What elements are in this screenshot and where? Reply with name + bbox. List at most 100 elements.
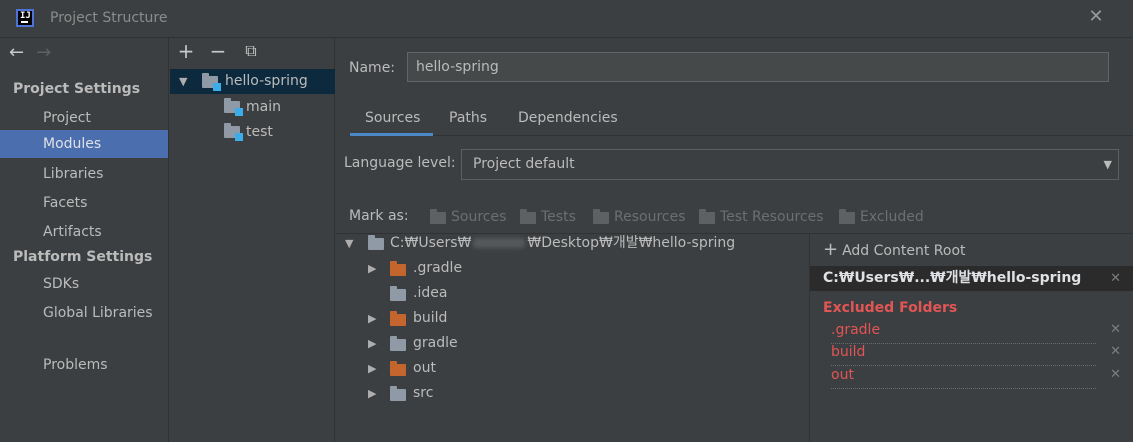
excluded-folder-item[interactable]: out (831, 367, 1096, 389)
folder-row[interactable]: ▶ src (336, 381, 808, 406)
module-tree-child[interactable]: test (170, 120, 335, 145)
language-level-select[interactable]: Project default ▼ (461, 149, 1119, 180)
forward-arrow-icon[interactable]: → (36, 42, 51, 66)
content-root-tree: ▼ C:₩Users₩ ₩Desktop₩개발₩hello-spring ▶ .g… (336, 234, 808, 442)
mark-excluded-button[interactable]: Excluded (839, 209, 924, 225)
intellij-logo-icon: IJ (16, 9, 34, 27)
folder-label: gradle (413, 335, 458, 351)
module-content: Name: hello-spring Sources Paths Depende… (336, 38, 1133, 442)
unexclude-icon[interactable]: ✕ (1110, 322, 1121, 337)
mark-sources-label: Sources (451, 209, 507, 225)
chevron-right-icon[interactable]: ▶ (368, 356, 376, 381)
sidebar-item-project[interactable]: Project (0, 104, 168, 132)
remove-icon[interactable]: − (207, 40, 229, 62)
tab-sources[interactable]: Sources (350, 110, 433, 136)
folder-icon (390, 286, 406, 301)
folder-label: src (413, 385, 434, 401)
module-tree-child[interactable]: main (170, 95, 335, 120)
content-root-path-tail: ₩Desktop₩개발₩hello-spring (527, 235, 736, 251)
mark-tests-label: Tests (541, 209, 576, 225)
excluded-folder-label: .gradle (831, 322, 881, 338)
language-level-label: Language level: (344, 155, 456, 171)
remove-root-icon[interactable]: ✕ (1110, 266, 1121, 291)
excluded-folder-item[interactable]: .gradle (831, 322, 1096, 344)
content-root-entry-label: C:₩Users₩...₩개발₩hello-spring (823, 270, 1082, 286)
folder-icon (390, 336, 406, 351)
chevron-down-icon: ▼ (1103, 158, 1112, 171)
excluded-folder-icon (390, 361, 406, 376)
module-tree-panel: + − ⧉ ▼ hello-spring main test (170, 38, 335, 442)
mark-excluded-label: Excluded (860, 209, 924, 225)
folder-row[interactable]: ▶ .gradle (336, 256, 808, 281)
chevron-right-icon[interactable]: ▶ (368, 306, 376, 331)
module-child-label: test (246, 124, 273, 140)
chevron-right-icon[interactable]: ▶ (368, 331, 376, 356)
mark-as-label: Mark as: (349, 208, 409, 224)
resources-folder-icon (593, 209, 609, 224)
sidebar-item-modules[interactable]: Modules (0, 130, 168, 158)
close-icon[interactable]: ✕ (1086, 7, 1106, 27)
excluded-folder-item[interactable]: build (831, 344, 1096, 366)
sidebar-item-facets[interactable]: Facets (0, 189, 168, 217)
project-settings-heading: Project Settings (13, 81, 141, 97)
folder-label: out (413, 360, 436, 376)
add-icon[interactable]: + (175, 40, 197, 62)
content-root-entry[interactable]: C:₩Users₩...₩개발₩hello-spring ✕ (810, 266, 1133, 291)
chevron-right-icon[interactable]: ▶ (368, 381, 376, 406)
content-root-path: C:₩Users₩ ₩Desktop₩개발₩hello-spring (390, 231, 735, 256)
content-root-row[interactable]: ▼ C:₩Users₩ ₩Desktop₩개발₩hello-spring (336, 231, 808, 256)
excluded-folder-icon (839, 209, 855, 224)
platform-settings-heading: Platform Settings (13, 249, 153, 265)
redacted-username (473, 238, 526, 248)
folder-icon (368, 235, 384, 250)
chevron-right-icon[interactable]: ▶ (368, 256, 376, 281)
tests-folder-icon (520, 209, 536, 224)
add-content-root-button[interactable]: + Add Content Root (823, 239, 966, 260)
sidebar-item-global-libraries[interactable]: Global Libraries (0, 299, 168, 327)
source-folder-icon (224, 123, 243, 141)
sidebar-item-libraries[interactable]: Libraries (0, 160, 168, 188)
module-folder-icon (202, 73, 221, 91)
module-tree-root[interactable]: ▼ hello-spring (170, 69, 335, 94)
title-bar: IJ Project Structure ✕ (0, 0, 1133, 38)
source-folder-icon (224, 98, 243, 116)
tab-dependencies[interactable]: Dependencies (518, 110, 618, 136)
unexclude-icon[interactable]: ✕ (1110, 367, 1121, 382)
folder-row[interactable]: .idea (336, 281, 808, 306)
folder-label: .gradle (413, 260, 463, 276)
excluded-folders-heading: Excluded Folders (823, 300, 958, 316)
mark-resources-label: Resources (614, 209, 686, 225)
sources-folder-icon (430, 209, 446, 224)
tab-paths[interactable]: Paths (449, 110, 487, 136)
name-label: Name: (349, 60, 396, 76)
back-arrow-icon[interactable]: ← (9, 42, 24, 66)
module-name-field[interactable]: hello-spring (407, 52, 1109, 82)
add-content-root-label: Add Content Root (842, 243, 966, 259)
excluded-folder-icon (390, 261, 406, 276)
excluded-folder-label: out (831, 367, 854, 383)
chevron-down-icon[interactable]: ▼ (345, 231, 353, 256)
module-child-label: main (246, 99, 281, 115)
unexclude-icon[interactable]: ✕ (1110, 344, 1121, 359)
sidebar-item-sdks[interactable]: SDKs (0, 270, 168, 298)
language-level-value: Project default (473, 156, 575, 172)
mark-resources-button[interactable]: Resources (593, 209, 686, 225)
module-tabs: Sources Paths Dependencies (349, 104, 1133, 136)
folder-label: build (413, 310, 448, 326)
folder-label: .idea (413, 285, 448, 301)
sidebar-item-artifacts[interactable]: Artifacts (0, 218, 168, 246)
folder-icon (390, 386, 406, 401)
mark-sources-button[interactable]: Sources (430, 209, 507, 225)
mark-test-resources-label: Test Resources (720, 209, 824, 225)
sidebar-item-problems[interactable]: Problems (0, 351, 168, 379)
folder-row[interactable]: ▶ out (336, 356, 808, 381)
chevron-down-icon[interactable]: ▼ (179, 69, 187, 94)
mark-tests-button[interactable]: Tests (520, 209, 576, 225)
folder-row[interactable]: ▶ build (336, 306, 808, 331)
mark-test-resources-button[interactable]: Test Resources (699, 209, 824, 225)
content-root-path-head: C:₩Users₩ (390, 235, 472, 251)
copy-icon[interactable]: ⧉ (240, 40, 262, 62)
folder-row[interactable]: ▶ gradle (336, 331, 808, 356)
content-roots-panel: + Add Content Root C:₩Users₩...₩개발₩hello-… (810, 234, 1133, 442)
module-name: hello-spring (225, 73, 308, 89)
